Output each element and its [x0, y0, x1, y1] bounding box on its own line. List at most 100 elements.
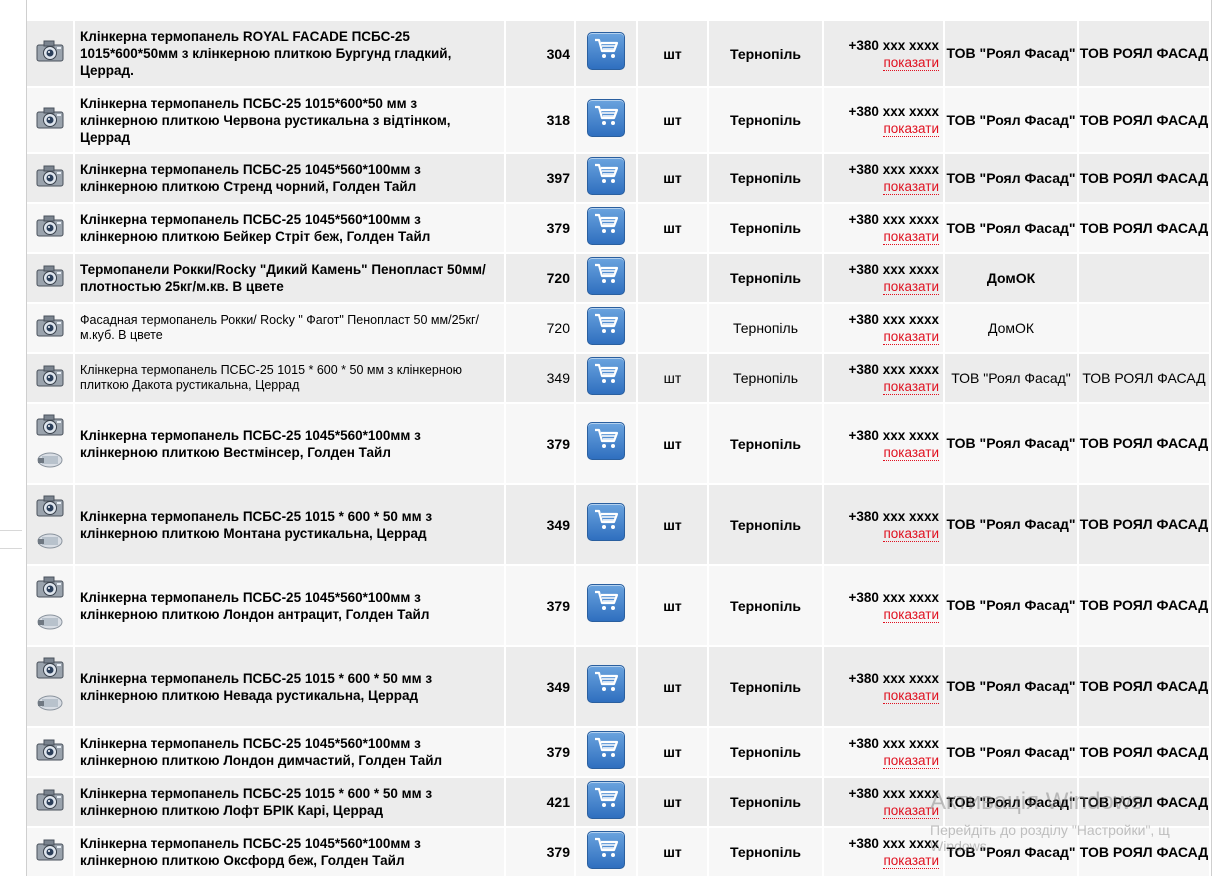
show-phone-link[interactable]: показати: [883, 180, 939, 195]
product-name[interactable]: Клінкерна термопанель ПСБС-25 1045*560*1…: [74, 565, 506, 647]
add-to-cart-button[interactable]: [587, 730, 625, 769]
product-photo-icon[interactable]: [36, 689, 64, 713]
product-unit: шт: [637, 87, 709, 154]
add-to-cart-button[interactable]: [587, 32, 625, 70]
camera-icon[interactable]: [36, 788, 64, 812]
camera-icon[interactable]: [36, 575, 64, 599]
add-to-cart-button[interactable]: [587, 98, 625, 137]
product-name[interactable]: Клінкерна термопанель ПСБС-25 1015 * 600…: [74, 353, 506, 404]
show-phone-link[interactable]: показати: [883, 526, 939, 542]
company-link[interactable]: ДомОК: [944, 303, 1079, 354]
company-link[interactable]: ТОВ "Роял Фасад": [944, 153, 1079, 204]
phone-cell: +380 xxx xxxx показати: [823, 253, 945, 304]
cart-icon: [588, 263, 624, 285]
phone-number: +380 xxx xxxx: [848, 312, 939, 327]
company-link[interactable]: ТОВ "Роял Фасад": [944, 87, 1079, 154]
top-strip: [27, 0, 1210, 22]
add-to-cart-button[interactable]: [587, 584, 625, 622]
phone-cell: +380 xxx xxxx показати: [823, 353, 945, 404]
product-name[interactable]: Фасадная термопанель Рокки/ Rocky " Фаго…: [74, 303, 506, 354]
show-phone-link[interactable]: показати: [883, 688, 939, 704]
product-name[interactable]: Клінкерна термопанель ПСБС-25 1045*560*1…: [74, 203, 506, 254]
add-to-cart-button[interactable]: [587, 256, 625, 295]
product-unit: шт: [637, 353, 709, 404]
product-name[interactable]: Клінкерна термопанель ПСБС-25 1045*560*1…: [74, 727, 506, 778]
company-link[interactable]: ТОВ "Роял Фасад": [944, 21, 1079, 88]
product-name[interactable]: Клінкерна термопанель ПСБС-25 1015*600*5…: [74, 87, 506, 154]
show-phone-link[interactable]: показати: [883, 230, 939, 245]
product-price: 379: [505, 565, 576, 647]
show-phone-link[interactable]: показати: [883, 55, 939, 71]
camera-icon[interactable]: [36, 214, 64, 238]
company-link[interactable]: ТОВ "Роял Фасад": [944, 827, 1079, 878]
show-phone-link[interactable]: показати: [883, 854, 939, 869]
product-name[interactable]: Клінкерна термопанель ROYAL FACADE ПСБС-…: [74, 21, 506, 88]
product-name[interactable]: Термопанели Рокки/Rocky "Дикий Камень" П…: [74, 253, 506, 304]
add-to-cart-button[interactable]: [587, 206, 625, 245]
cart-icon: [588, 837, 624, 859]
table-row: Клінкерна термопанель ПСБС-25 1045*560*1…: [27, 153, 1211, 204]
company-link[interactable]: ТОВ "Роял Фасад": [944, 646, 1079, 728]
add-to-cart-button[interactable]: [587, 156, 625, 195]
show-phone-link[interactable]: показати: [883, 754, 939, 769]
product-price: 379: [505, 827, 576, 878]
add-to-cart-button[interactable]: [587, 306, 625, 345]
product-table: Клінкерна термопанель ROYAL FACADE ПСБС-…: [27, 21, 1211, 878]
camera-icon[interactable]: [36, 264, 64, 288]
phone-number: +380 xxx xxxx: [848, 37, 939, 53]
company-link[interactable]: ТОВ "Роял Фасад": [944, 203, 1079, 254]
product-city: Тернопіль: [708, 646, 824, 728]
camera-icon[interactable]: [36, 106, 64, 130]
show-phone-link[interactable]: показати: [883, 280, 939, 295]
company-link[interactable]: ТОВ "Роял Фасад": [944, 565, 1079, 647]
product-name[interactable]: Клінкерна термопанель ПСБС-25 1045*560*1…: [74, 153, 506, 204]
add-to-cart-button[interactable]: [587, 356, 625, 395]
camera-icon[interactable]: [36, 39, 64, 63]
product-unit: шт: [637, 484, 709, 566]
show-phone-link[interactable]: показати: [883, 380, 939, 395]
phone-number: +380 xxx xxxx: [848, 362, 939, 377]
thumbnail-cell: [27, 403, 75, 485]
product-city: Тернопіль: [708, 153, 824, 204]
camera-icon[interactable]: [36, 656, 64, 680]
show-phone-link[interactable]: показати: [883, 122, 939, 137]
camera-icon[interactable]: [36, 738, 64, 762]
add-to-cart-button[interactable]: [587, 830, 625, 869]
camera-icon[interactable]: [36, 314, 64, 338]
add-to-cart-button[interactable]: [587, 503, 625, 541]
seller-name: ТОВ РОЯЛ ФАСАД: [1078, 484, 1211, 566]
product-photo-icon[interactable]: [36, 446, 64, 470]
company-link[interactable]: ТОВ "Роял Фасад": [944, 403, 1079, 485]
product-photo-icon[interactable]: [36, 527, 64, 551]
company-link[interactable]: ТОВ "Роял Фасад": [944, 777, 1079, 828]
product-name[interactable]: Клінкерна термопанель ПСБС-25 1045*560*1…: [74, 827, 506, 878]
product-name[interactable]: Клінкерна термопанель ПСБС-25 1015 * 600…: [74, 484, 506, 566]
company-link[interactable]: ТОВ "Роял Фасад": [944, 484, 1079, 566]
show-phone-link[interactable]: показати: [883, 330, 939, 345]
product-name[interactable]: Клінкерна термопанель ПСБС-25 1015 * 600…: [74, 777, 506, 828]
camera-icon[interactable]: [36, 413, 64, 437]
show-phone-link[interactable]: показати: [883, 804, 939, 819]
camera-icon[interactable]: [36, 838, 64, 862]
left-edge-line: [0, 530, 22, 531]
phone-number: +380 xxx xxxx: [848, 212, 939, 227]
seller-name: ТОВ РОЯЛ ФАСАД: [1078, 565, 1211, 647]
cart-icon: [588, 38, 624, 60]
product-price: 304: [505, 21, 576, 88]
company-link[interactable]: ТОВ "Роял Фасад": [944, 353, 1079, 404]
camera-icon[interactable]: [36, 164, 64, 188]
camera-icon[interactable]: [36, 364, 64, 388]
camera-icon[interactable]: [36, 494, 64, 518]
add-to-cart-button[interactable]: [587, 665, 625, 703]
company-link[interactable]: ТОВ "Роял Фасад": [944, 727, 1079, 778]
show-phone-link[interactable]: показати: [883, 607, 939, 623]
table-row: Фасадная термопанель Рокки/ Rocky " Фаго…: [27, 303, 1211, 354]
product-name[interactable]: Клінкерна термопанель ПСБС-25 1015 * 600…: [74, 646, 506, 728]
product-photo-icon[interactable]: [36, 608, 64, 632]
add-to-cart-button[interactable]: [587, 422, 625, 460]
product-name[interactable]: Клінкерна термопанель ПСБС-25 1045*560*1…: [74, 403, 506, 485]
add-to-cart-button[interactable]: [587, 780, 625, 819]
product-price: 397: [505, 153, 576, 204]
show-phone-link[interactable]: показати: [883, 445, 939, 461]
company-link[interactable]: ДомОК: [944, 253, 1079, 304]
